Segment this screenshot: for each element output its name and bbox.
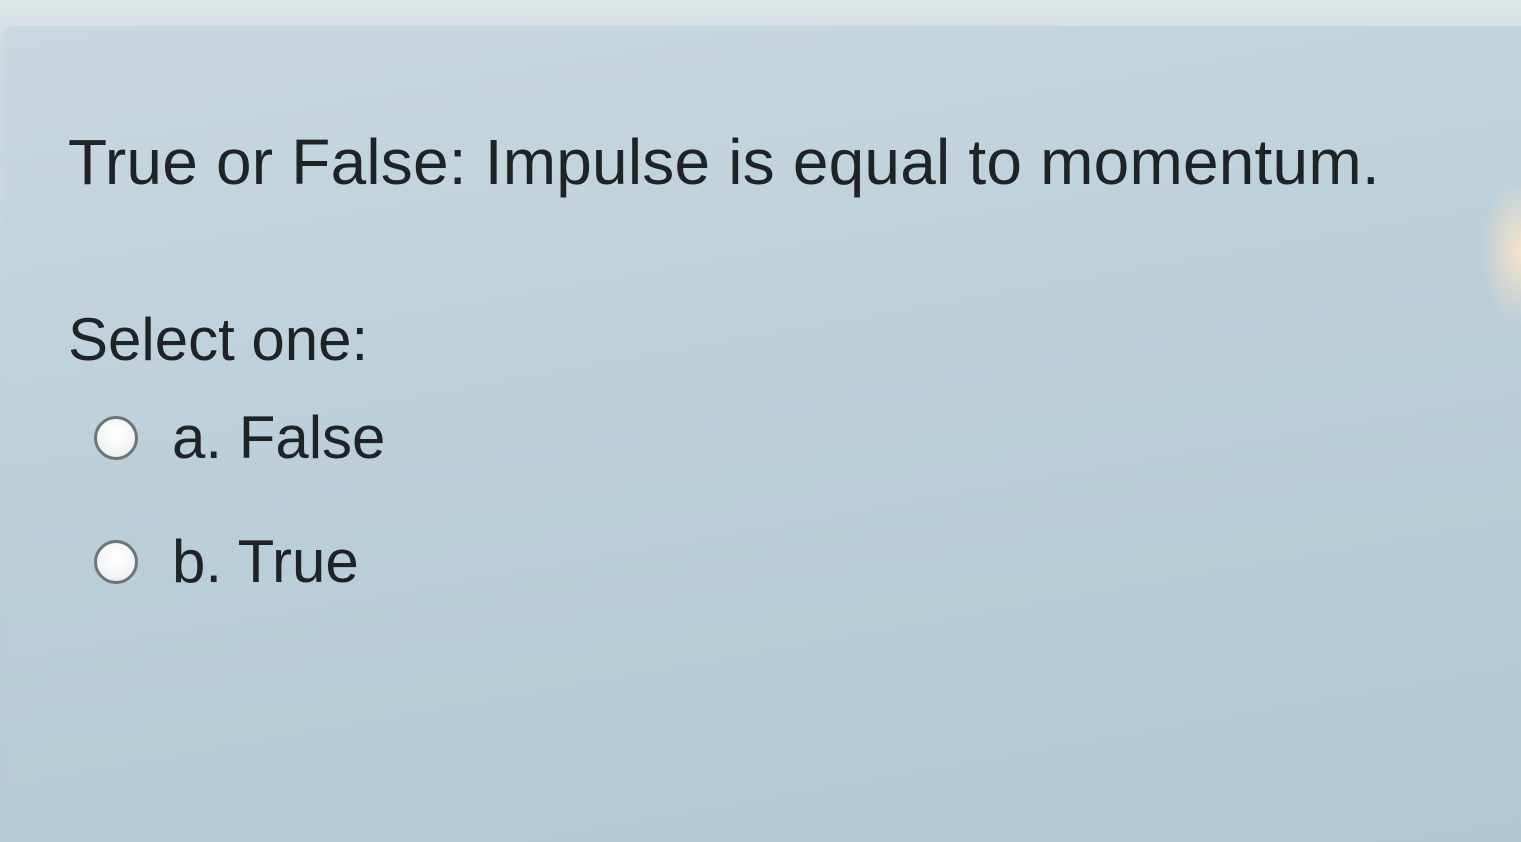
- quiz-screen: True or False: Impulse is equal to momen…: [0, 0, 1521, 842]
- select-one-prompt: Select one:: [68, 306, 369, 373]
- radio-button-icon[interactable]: [94, 540, 138, 584]
- question-panel: True or False: Impulse is equal to momen…: [4, 26, 1521, 842]
- answer-option-label: a. False: [172, 404, 386, 471]
- answer-option-true[interactable]: b. True: [94, 530, 359, 594]
- screen-glare: [1481, 176, 1521, 326]
- answer-option-false[interactable]: a. False: [94, 406, 385, 470]
- answer-option-label: b. True: [172, 528, 359, 595]
- radio-button-icon[interactable]: [94, 416, 138, 460]
- question-text: True or False: Impulse is equal to momen…: [68, 126, 1380, 198]
